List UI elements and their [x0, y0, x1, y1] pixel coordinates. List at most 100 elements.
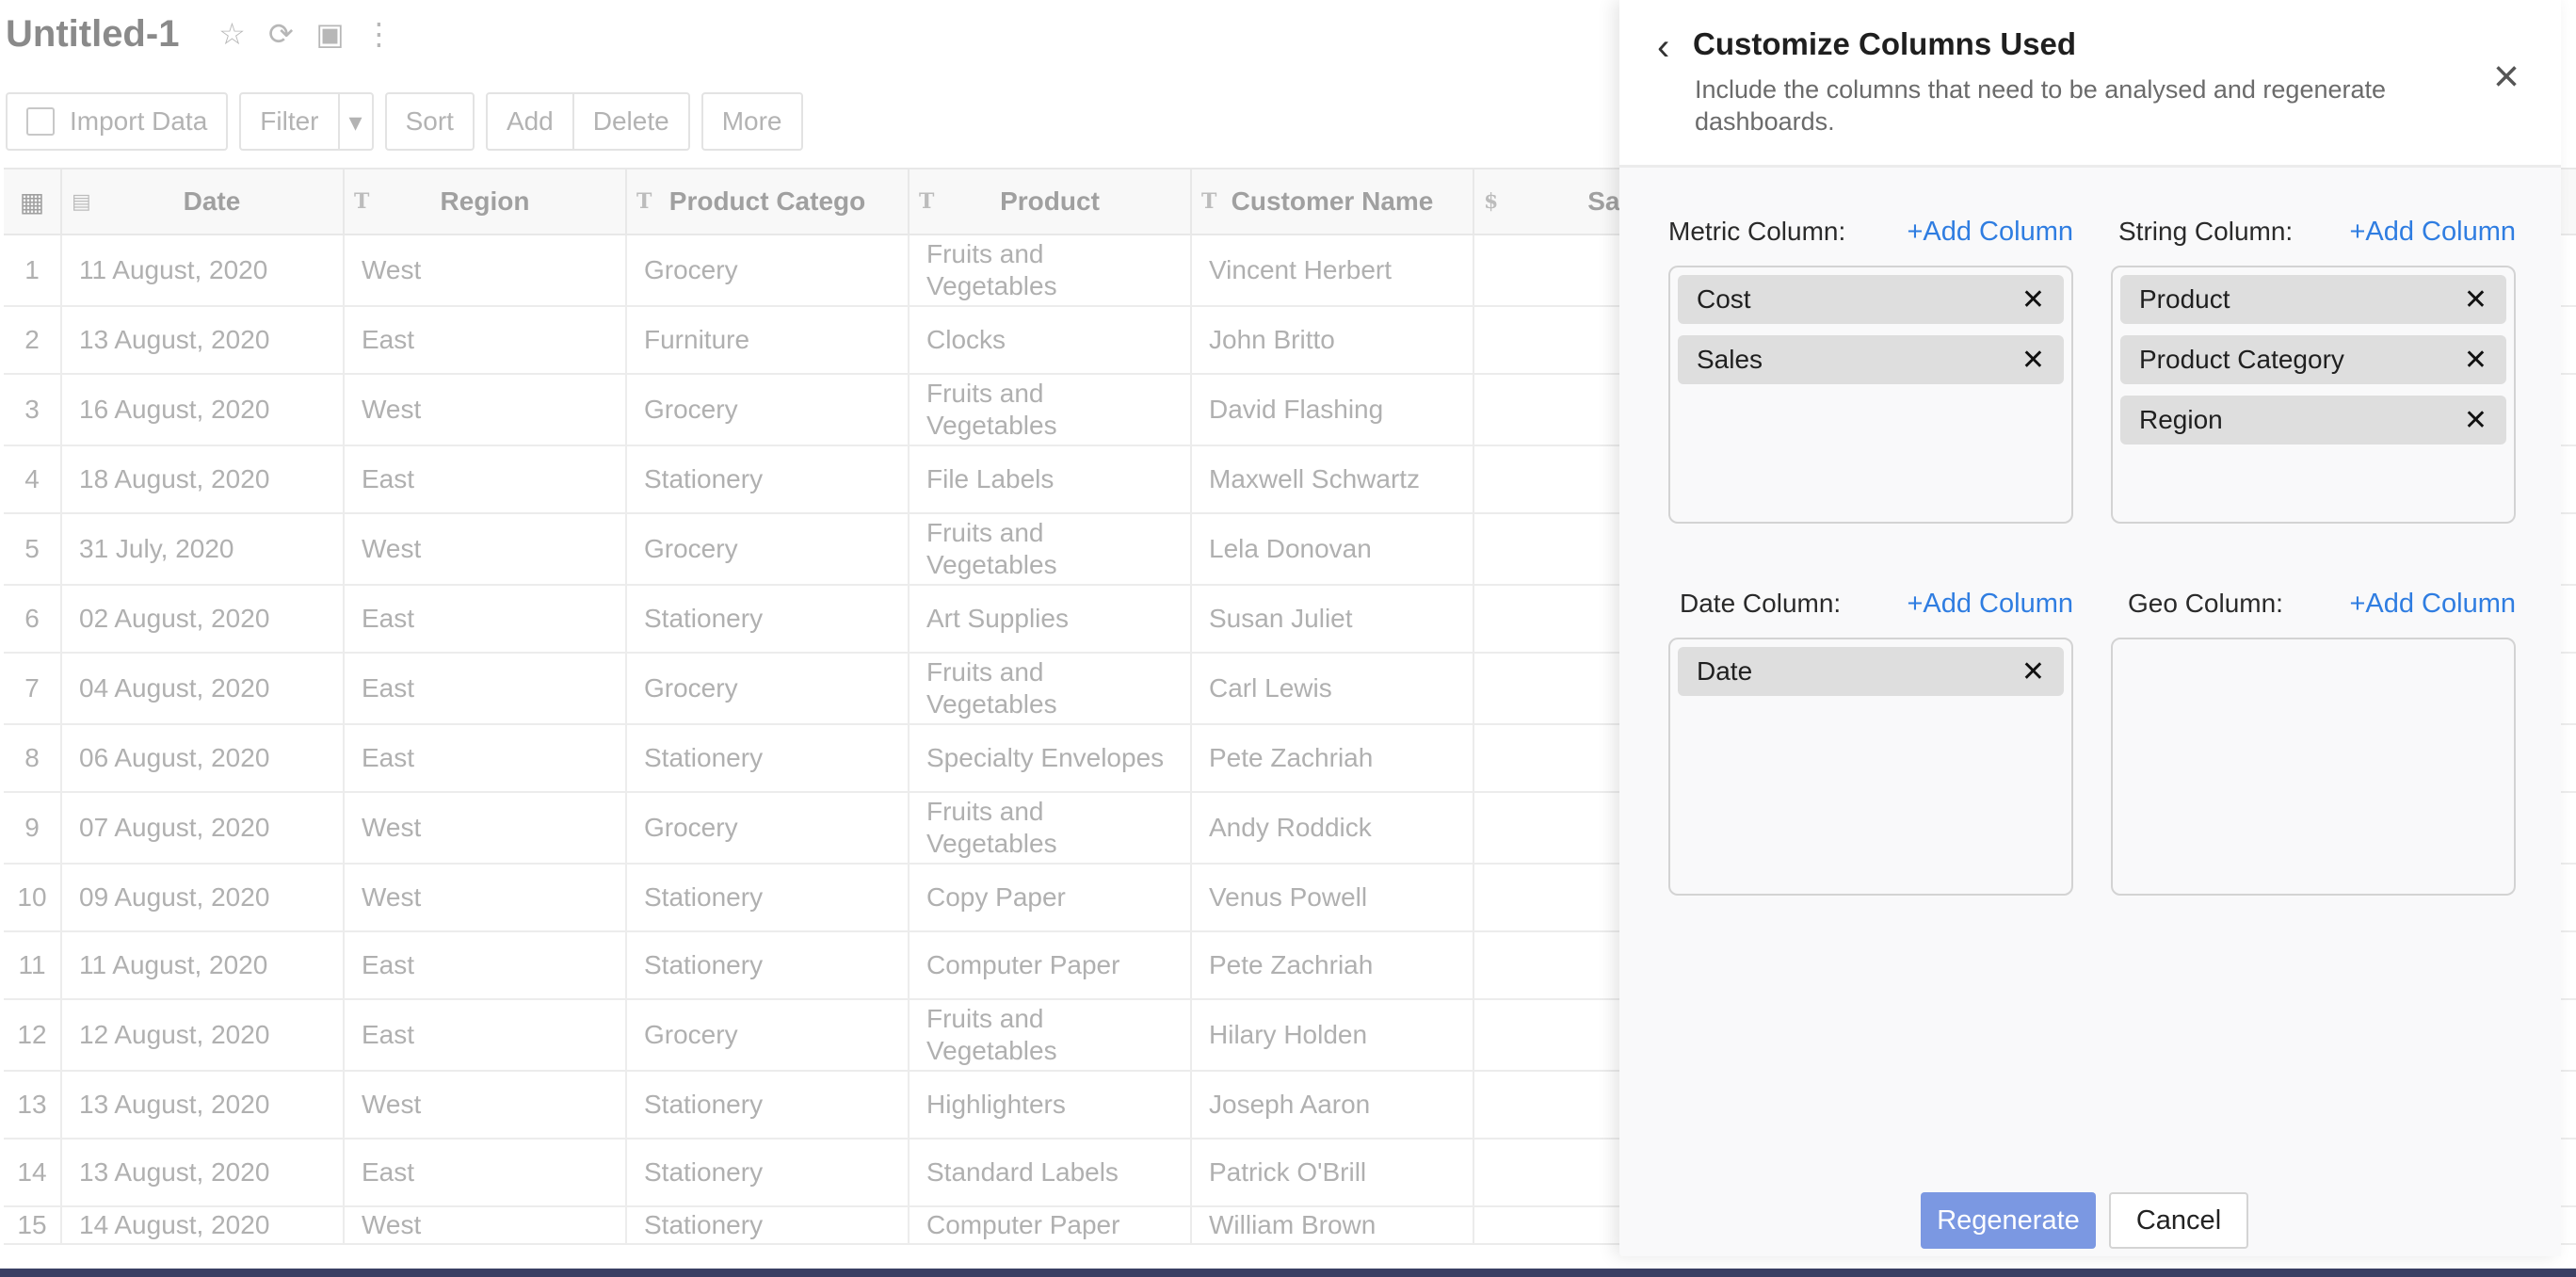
cell-product[interactable]: Copy Paper: [910, 865, 1192, 930]
cell-product[interactable]: Computer Paper: [910, 1207, 1192, 1243]
back-chevron-icon[interactable]: ‹: [1657, 28, 1685, 66]
cell-category[interactable]: Grocery: [627, 235, 910, 305]
column-header-product-category[interactable]: T Product Catego: [627, 170, 910, 234]
close-icon[interactable]: ×: [2486, 55, 2527, 100]
cell-region[interactable]: East: [345, 932, 627, 998]
cell-date[interactable]: 11 August, 2020: [62, 932, 345, 998]
cell-customer[interactable]: Joseph Aaron: [1192, 1072, 1474, 1138]
cell-date[interactable]: 31 July, 2020: [62, 514, 345, 584]
cell-product[interactable]: Fruits and Vegetables: [910, 375, 1192, 445]
cell-region[interactable]: West: [345, 514, 627, 584]
regenerate-button[interactable]: Regenerate: [1921, 1192, 2096, 1249]
import-data-button[interactable]: Import Data: [8, 94, 226, 149]
string-column-box[interactable]: Product ✕ Product Category ✕ Region ✕: [2111, 266, 2516, 524]
cell-region[interactable]: West: [345, 1072, 627, 1138]
cell-customer[interactable]: Carl Lewis: [1192, 654, 1474, 723]
remove-chip-icon[interactable]: ✕: [2021, 283, 2045, 316]
remove-chip-icon[interactable]: ✕: [2464, 404, 2487, 437]
cell-date[interactable]: 16 August, 2020: [62, 375, 345, 445]
row-number[interactable]: 13: [4, 1072, 62, 1138]
row-number[interactable]: 12: [4, 1000, 62, 1070]
row-number[interactable]: 4: [4, 446, 62, 512]
cell-product[interactable]: Specialty Envelopes: [910, 725, 1192, 791]
cell-category[interactable]: Stationery: [627, 1072, 910, 1138]
cell-region[interactable]: East: [345, 446, 627, 512]
more-button[interactable]: More: [703, 94, 801, 149]
more-options-icon[interactable]: ⋮: [362, 17, 395, 51]
cell-region[interactable]: West: [345, 235, 627, 305]
add-metric-column-link[interactable]: +Add Column: [1907, 217, 2073, 248]
document-title[interactable]: Untitled-1: [6, 13, 179, 56]
cell-date[interactable]: 13 August, 2020: [62, 307, 345, 373]
cell-product[interactable]: Highlighters: [910, 1072, 1192, 1138]
row-number[interactable]: 5: [4, 514, 62, 584]
metric-column-box[interactable]: Cost ✕ Sales ✕: [1668, 266, 2073, 524]
filter-dropdown-button[interactable]: ▾: [340, 94, 372, 149]
row-number[interactable]: 2: [4, 307, 62, 373]
cell-date[interactable]: 12 August, 2020: [62, 1000, 345, 1070]
cell-category[interactable]: Furniture: [627, 307, 910, 373]
row-number[interactable]: 1: [4, 235, 62, 305]
add-string-column-link[interactable]: +Add Column: [2349, 217, 2516, 248]
filter-button[interactable]: Filter: [241, 94, 340, 149]
add-button[interactable]: Add: [488, 94, 574, 149]
column-header-date[interactable]: ▤ Date: [62, 170, 345, 234]
cell-date[interactable]: 09 August, 2020: [62, 865, 345, 930]
cell-customer[interactable]: Pete Zachriah: [1192, 725, 1474, 791]
cell-date[interactable]: 13 August, 2020: [62, 1140, 345, 1205]
cell-region[interactable]: West: [345, 865, 627, 930]
row-number[interactable]: 8: [4, 725, 62, 791]
cell-region[interactable]: West: [345, 793, 627, 863]
cell-category[interactable]: Stationery: [627, 865, 910, 930]
cell-customer[interactable]: David Flashing: [1192, 375, 1474, 445]
cell-customer[interactable]: William Brown: [1192, 1207, 1474, 1243]
cell-region[interactable]: East: [345, 307, 627, 373]
cell-customer[interactable]: Patrick O'Brill: [1192, 1140, 1474, 1205]
cell-product[interactable]: Fruits and Vegetables: [910, 514, 1192, 584]
delete-button[interactable]: Delete: [574, 94, 688, 149]
cell-category[interactable]: Stationery: [627, 446, 910, 512]
save-icon[interactable]: ▣: [313, 17, 346, 51]
geo-column-box[interactable]: [2111, 638, 2516, 896]
cell-customer[interactable]: Vincent Herbert: [1192, 235, 1474, 305]
cell-region[interactable]: East: [345, 725, 627, 791]
date-column-box[interactable]: Date ✕: [1668, 638, 2073, 896]
cell-customer[interactable]: Maxwell Schwartz: [1192, 446, 1474, 512]
sort-button[interactable]: Sort: [387, 94, 473, 149]
cell-product[interactable]: Fruits and Vegetables: [910, 793, 1192, 863]
cell-region[interactable]: East: [345, 1140, 627, 1205]
row-number[interactable]: 7: [4, 654, 62, 723]
star-icon[interactable]: ☆: [215, 17, 249, 51]
remove-chip-icon[interactable]: ✕: [2021, 655, 2045, 688]
cell-customer[interactable]: Hilary Holden: [1192, 1000, 1474, 1070]
cell-category[interactable]: Stationery: [627, 1140, 910, 1205]
cell-region[interactable]: West: [345, 1207, 627, 1243]
cell-date[interactable]: 07 August, 2020: [62, 793, 345, 863]
cell-category[interactable]: Stationery: [627, 586, 910, 652]
cell-product[interactable]: Art Supplies: [910, 586, 1192, 652]
column-header-region[interactable]: T Region: [345, 170, 627, 234]
remove-chip-icon[interactable]: ✕: [2464, 344, 2487, 377]
cell-product[interactable]: File Labels: [910, 446, 1192, 512]
cell-customer[interactable]: John Britto: [1192, 307, 1474, 373]
cell-category[interactable]: Grocery: [627, 375, 910, 445]
cell-date[interactable]: 06 August, 2020: [62, 725, 345, 791]
cell-region[interactable]: East: [345, 586, 627, 652]
cell-product[interactable]: Clocks: [910, 307, 1192, 373]
row-number[interactable]: 10: [4, 865, 62, 930]
select-all-icon[interactable]: ▦: [4, 170, 62, 234]
cell-customer[interactable]: Pete Zachriah: [1192, 932, 1474, 998]
cell-product[interactable]: Fruits and Vegetables: [910, 654, 1192, 723]
cell-date[interactable]: 18 August, 2020: [62, 446, 345, 512]
row-number[interactable]: 9: [4, 793, 62, 863]
cell-customer[interactable]: Andy Roddick: [1192, 793, 1474, 863]
cell-date[interactable]: 13 August, 2020: [62, 1072, 345, 1138]
cell-category[interactable]: Grocery: [627, 514, 910, 584]
cell-product[interactable]: Fruits and Vegetables: [910, 1000, 1192, 1070]
cell-date[interactable]: 02 August, 2020: [62, 586, 345, 652]
remove-chip-icon[interactable]: ✕: [2464, 283, 2487, 316]
cell-customer[interactable]: Susan Juliet: [1192, 586, 1474, 652]
cell-region[interactable]: East: [345, 654, 627, 723]
cell-date[interactable]: 04 August, 2020: [62, 654, 345, 723]
cell-category[interactable]: Stationery: [627, 725, 910, 791]
